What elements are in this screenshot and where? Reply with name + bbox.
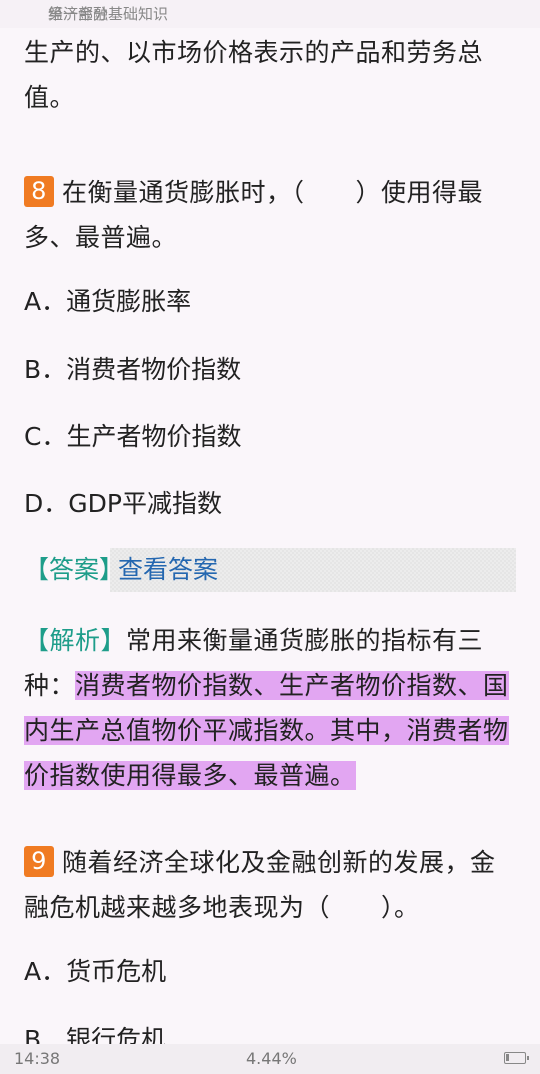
option-a: A．货币危机 [24, 957, 167, 986]
reader-status-bar: 14:38 4.44% [0, 1044, 540, 1074]
option-d: D．GDP平减指数 [24, 489, 222, 518]
clock: 14:38 [14, 1049, 61, 1068]
question-9: 9 随着经济全球化及金融创新的发展，金融危机越来越多地表现为（ ）。 [24, 840, 516, 930]
answer-row: 【答案】 查看答案 [24, 548, 516, 592]
view-answer-button[interactable]: 查看答案 [110, 548, 516, 592]
previous-answer-tail: 生产的、以市场价格表示的产品和劳务总值。 [24, 38, 484, 112]
question-number-badge: 9 [24, 846, 54, 877]
chapter-title: 经济金融基础知识 [48, 5, 169, 23]
analysis-highlight[interactable]: 消费者物价指数、生产者物价指数、国内生产总值物价平减指数。其中，消费者物价指数使… [24, 671, 509, 790]
option-b: B．消费者物价指数 [24, 355, 242, 384]
answer-tag: 【答案】 [24, 555, 125, 584]
reading-progress: 4.44% [246, 1049, 297, 1068]
battery-icon [504, 1052, 529, 1064]
reader-page: 生产的、以市场价格表示的产品和劳务总值。 8 在衡量通货膨胀时，（ ）使用得最多、… [0, 0, 540, 1074]
question-8: 8 在衡量通货膨胀时，（ ）使用得最多、最普遍。 [24, 170, 516, 260]
option-a: A．通货膨胀率 [24, 287, 192, 316]
option-c: C．生产者物价指数 [24, 422, 242, 451]
question-number-badge: 8 [24, 176, 54, 207]
chapter-header: 第一部分 经济金融基础知识 [0, 0, 540, 28]
question-text: 在衡量通货膨胀时，（ ）使用得最多、最普遍。 [24, 178, 484, 252]
question-text: 随着经济全球化及金融创新的发展，金融危机越来越多地表现为（ ）。 [24, 848, 496, 922]
analysis-tag: 【解析】 [24, 626, 127, 655]
analysis: 【解析】常用来衡量通货膨胀的指标有三种：消费者物价指数、生产者物价指数、国内生产… [24, 618, 516, 798]
